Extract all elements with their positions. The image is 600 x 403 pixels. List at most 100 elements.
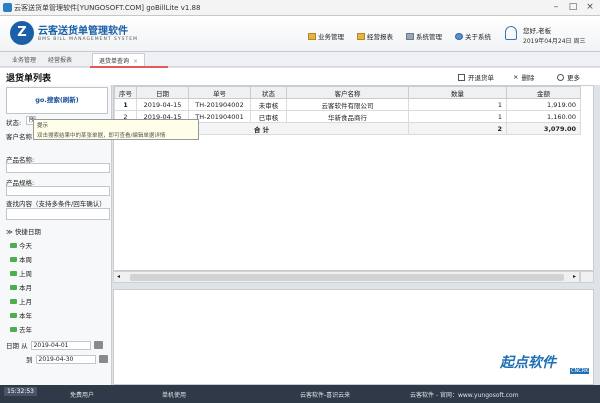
page-header: 退货单列表 开退货单 × 删除 更多 <box>0 68 600 85</box>
user-greeting: 您好,老板 <box>523 27 552 35</box>
tab-business[interactable]: 业务管理 <box>12 55 36 64</box>
date-icon <box>10 242 17 248</box>
date-icon <box>10 326 17 332</box>
quick-date-this-week[interactable]: 本周 <box>10 254 32 264</box>
column-header[interactable]: 日期 <box>136 86 189 99</box>
tab-label: 退货单查询 <box>99 58 130 65</box>
minimize-icon[interactable]: – <box>548 0 564 14</box>
info-icon <box>455 32 463 40</box>
quick-date-label: 本年 <box>19 312 32 320</box>
date-icon <box>10 298 17 304</box>
date-icon <box>10 312 17 318</box>
clock: 15:32:53 <box>4 387 37 396</box>
tab-return-query[interactable]: 退货单查询 × <box>92 53 146 66</box>
total-qty: 2 <box>408 122 507 135</box>
folder-icon <box>357 32 365 40</box>
menu-about[interactable]: 关于系统 <box>455 31 491 41</box>
quick-date-last-year[interactable]: 去年 <box>10 324 32 334</box>
status-bar: 15:32:53 免费用户 单机使用 云客软件-喜识云来 云客软件 - 官网：w… <box>0 385 600 403</box>
cell-no: 1 <box>114 98 137 111</box>
quick-date-last-week[interactable]: 上周 <box>10 268 32 278</box>
scroll-corner <box>580 271 594 283</box>
quick-date-label: 去年 <box>19 326 32 334</box>
more-button[interactable]: 更多 <box>557 72 580 82</box>
cell-amount: 1,919.00 <box>506 98 581 111</box>
menu-system[interactable]: 系统管理 <box>406 31 442 41</box>
quick-date-label: 上周 <box>19 270 32 278</box>
usage-mode: 单机使用 <box>162 392 187 399</box>
cell-bill-no: TH-201904002 <box>188 98 251 111</box>
quick-date-label: 本周 <box>19 256 32 264</box>
user-panel: 您好,老板 2019年04月24日 周三 <box>505 23 595 47</box>
search-button-label: go.搜索(刷新) <box>35 96 79 104</box>
quick-date-this-month[interactable]: 本月 <box>10 282 32 292</box>
tooltip-text: 双击搜索结果中的某张单据，即可查看/编辑单据详情 <box>37 133 166 139</box>
delete-label: 删除 <box>521 74 535 82</box>
scrollbar-thumb[interactable] <box>130 274 564 281</box>
quick-date-label: 上月 <box>19 298 32 306</box>
cell-customer: 云客软件有限公司 <box>286 98 409 111</box>
license-status: 免费用户 <box>70 392 95 399</box>
total-amount: 3,079.00 <box>506 122 581 135</box>
customer-label: 客户名称 <box>6 133 32 141</box>
settings-icon <box>406 32 414 40</box>
official-site-link[interactable]: 云客软件 - 官网：www.yungosoft.com <box>410 390 519 399</box>
cell-date: 2019-04-15 <box>136 98 189 111</box>
horizontal-scrollbar[interactable]: ◂ ▸ <box>113 271 580 283</box>
search-refresh-button[interactable]: go.搜索(刷新) <box>6 87 108 114</box>
menu-label: 关于系统 <box>465 33 491 41</box>
quick-date-label: 今天 <box>19 242 32 250</box>
menu-label: 业务管理 <box>318 33 344 41</box>
more-label: 更多 <box>567 74 580 82</box>
query-label: 查找内容（支持多条件/回车确认） <box>6 200 106 208</box>
column-header[interactable]: 金额 <box>506 86 581 99</box>
scroll-right-icon[interactable]: ▸ <box>573 273 576 280</box>
date-icon <box>10 256 17 262</box>
cell-amount: 1,160.00 <box>506 110 581 123</box>
table-row[interactable]: 1 2019-04-15 TH-201904002 未审核 云客软件有限公司 1… <box>114 98 581 111</box>
date-to-row: 到 2019-04-30 <box>26 354 108 364</box>
quick-date-this-year[interactable]: 本年 <box>10 310 32 320</box>
menu-label: 系统管理 <box>416 33 442 41</box>
menu-business[interactable]: 业务管理 <box>308 31 344 41</box>
quick-date-today[interactable]: 今天 <box>10 240 32 250</box>
watermark-logo: 起点软件 <box>500 355 556 371</box>
cell-status: 已审核 <box>250 110 287 123</box>
tooltip-title: 提示 <box>37 123 49 129</box>
cell-qty: 1 <box>408 110 507 123</box>
date-from-input[interactable]: 2019-04-01 <box>30 340 91 350</box>
product-spec-input[interactable] <box>6 186 110 196</box>
new-doc-icon <box>458 73 465 81</box>
scroll-left-icon[interactable]: ◂ <box>117 273 120 280</box>
column-header[interactable]: 客户名称 <box>286 86 409 99</box>
calendar-icon[interactable] <box>93 341 103 349</box>
product-name-input[interactable] <box>6 163 110 173</box>
current-date: 2019年04月24日 周三 <box>523 38 586 45</box>
quick-date-label: 本月 <box>19 284 32 292</box>
close-icon[interactable]: × <box>582 0 598 14</box>
tab-reports[interactable]: 经营报表 <box>48 55 72 64</box>
date-from-row: 日期 从 2019-04-01 <box>6 340 103 350</box>
open-return-button[interactable]: 开退货单 <box>458 72 494 82</box>
watermark-sub: CNCRK <box>570 368 590 374</box>
date-icon <box>10 284 17 290</box>
user-icon <box>505 26 517 40</box>
query-input[interactable] <box>6 208 110 220</box>
cell-status: 未审核 <box>250 98 287 111</box>
column-header[interactable]: 单号 <box>188 86 251 99</box>
maximize-icon[interactable]: □ <box>565 0 581 14</box>
column-header[interactable]: 数量 <box>408 86 507 99</box>
page-title: 退货单列表 <box>6 74 52 84</box>
tab-bar: 业务管理 经营报表 退货单查询 × <box>0 52 600 67</box>
app-icon <box>3 3 12 12</box>
menu-reports[interactable]: 经营报表 <box>357 31 393 41</box>
delete-button[interactable]: × 删除 <box>513 72 534 82</box>
close-icon[interactable]: × <box>133 58 138 65</box>
quick-date-last-month[interactable]: 上月 <box>10 296 32 306</box>
date-to-input[interactable]: 2019-04-30 <box>35 354 96 364</box>
column-header[interactable]: 序号 <box>114 86 137 99</box>
calendar-icon[interactable] <box>98 355 108 363</box>
column-header[interactable]: 状态 <box>250 86 287 99</box>
brand-subtitle: BMS BILL MANAGEMENT SYSTEM <box>38 37 138 42</box>
status-label: 状态: <box>6 119 22 127</box>
